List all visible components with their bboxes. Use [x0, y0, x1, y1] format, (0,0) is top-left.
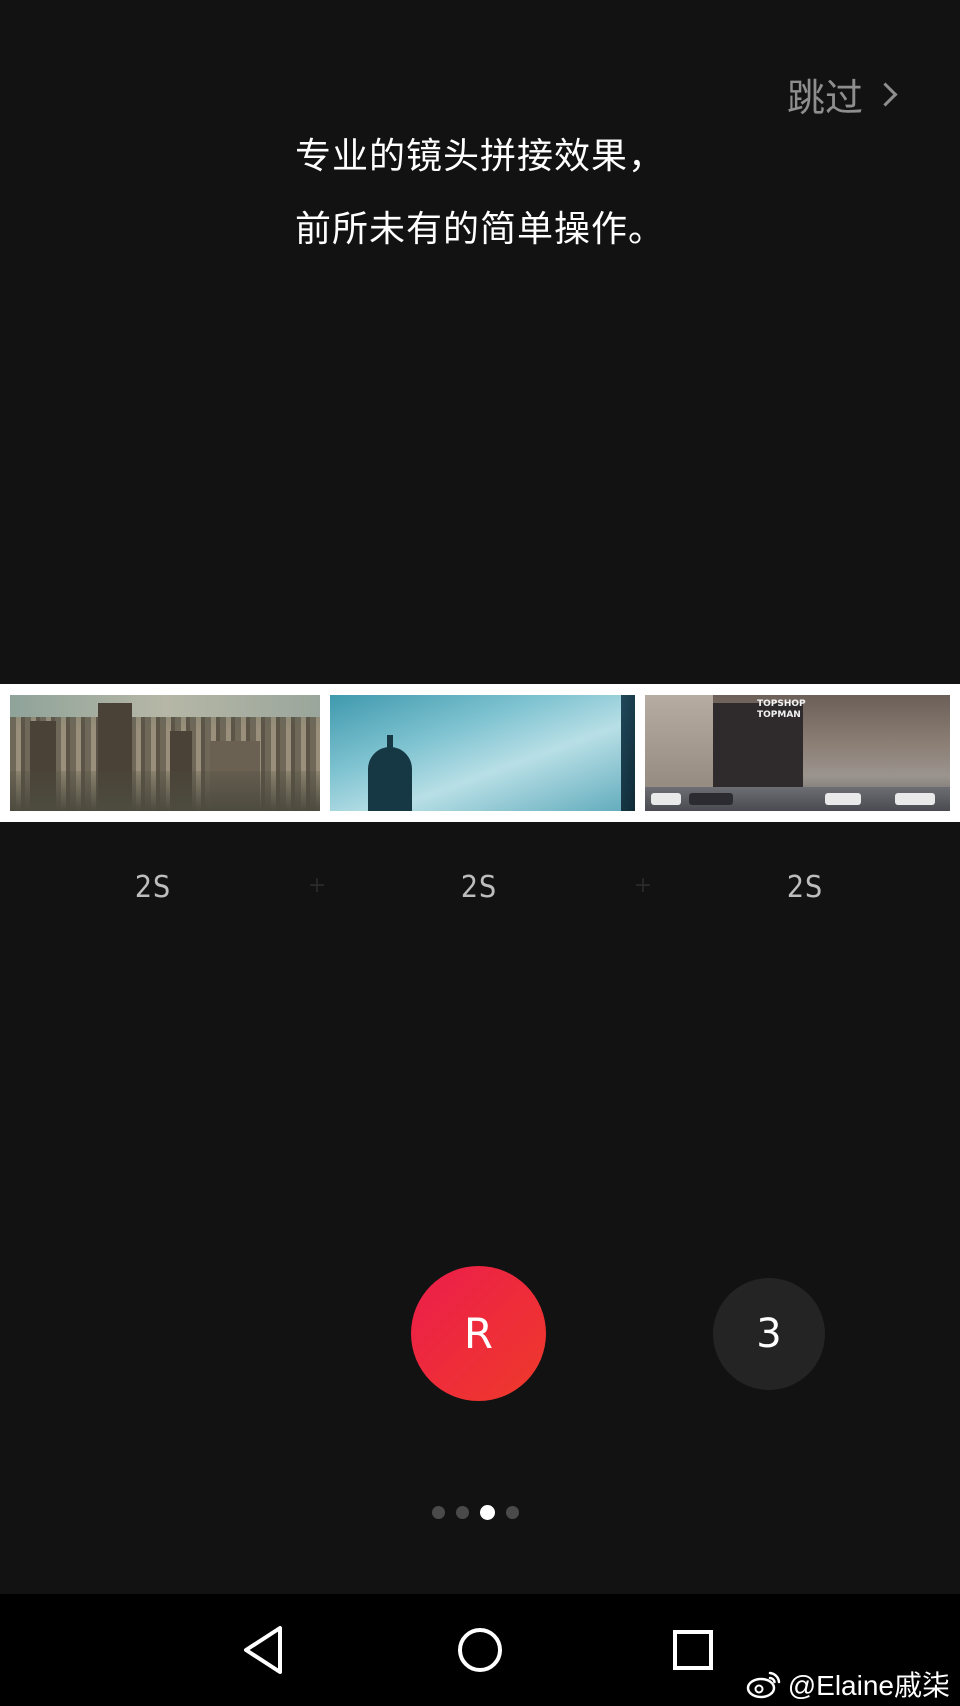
- clip-thumbnail-1[interactable]: [10, 695, 320, 811]
- page-dot[interactable]: [456, 1506, 469, 1519]
- watermark: @Elaine戚柒: [746, 1664, 950, 1704]
- chevron-right-icon: [873, 81, 898, 107]
- clip-filmstrip: TOPSHOP TOPMAN: [0, 684, 960, 822]
- page-dot[interactable]: [432, 1506, 445, 1519]
- clip-duration-1[interactable]: 2S: [93, 870, 213, 905]
- skip-label: 跳过: [786, 75, 863, 120]
- clip-count-button[interactable]: 3: [713, 1278, 825, 1390]
- clip-thumbnail-2[interactable]: [330, 695, 635, 811]
- record-button[interactable]: R: [411, 1266, 546, 1401]
- storefront-sign: TOPSHOP TOPMAN: [757, 699, 806, 720]
- weibo-logo-icon: [746, 1669, 782, 1699]
- back-icon[interactable]: [236, 1620, 296, 1680]
- page-indicator: [432, 1505, 519, 1520]
- clip-count-label: 3: [756, 1311, 782, 1357]
- recents-icon[interactable]: [663, 1620, 723, 1680]
- page-dot-active[interactable]: [480, 1505, 495, 1520]
- joiner-icon: +: [307, 873, 327, 898]
- record-label: R: [463, 1309, 494, 1358]
- joiner-icon: +: [633, 873, 653, 898]
- intro-line-2: 前所未有的简单操作。: [294, 209, 665, 250]
- page-dot[interactable]: [506, 1506, 519, 1519]
- home-icon[interactable]: [450, 1620, 510, 1680]
- watermark-text: @Elaine戚柒: [787, 1670, 950, 1701]
- clip-duration-2[interactable]: 2S: [419, 870, 539, 905]
- clip-duration-3[interactable]: 2S: [745, 870, 865, 905]
- intro-line-1: 专业的镜头拼接效果，: [294, 136, 665, 177]
- clip-thumbnail-3[interactable]: TOPSHOP TOPMAN: [645, 695, 950, 811]
- skip-button[interactable]: 跳过: [787, 70, 898, 120]
